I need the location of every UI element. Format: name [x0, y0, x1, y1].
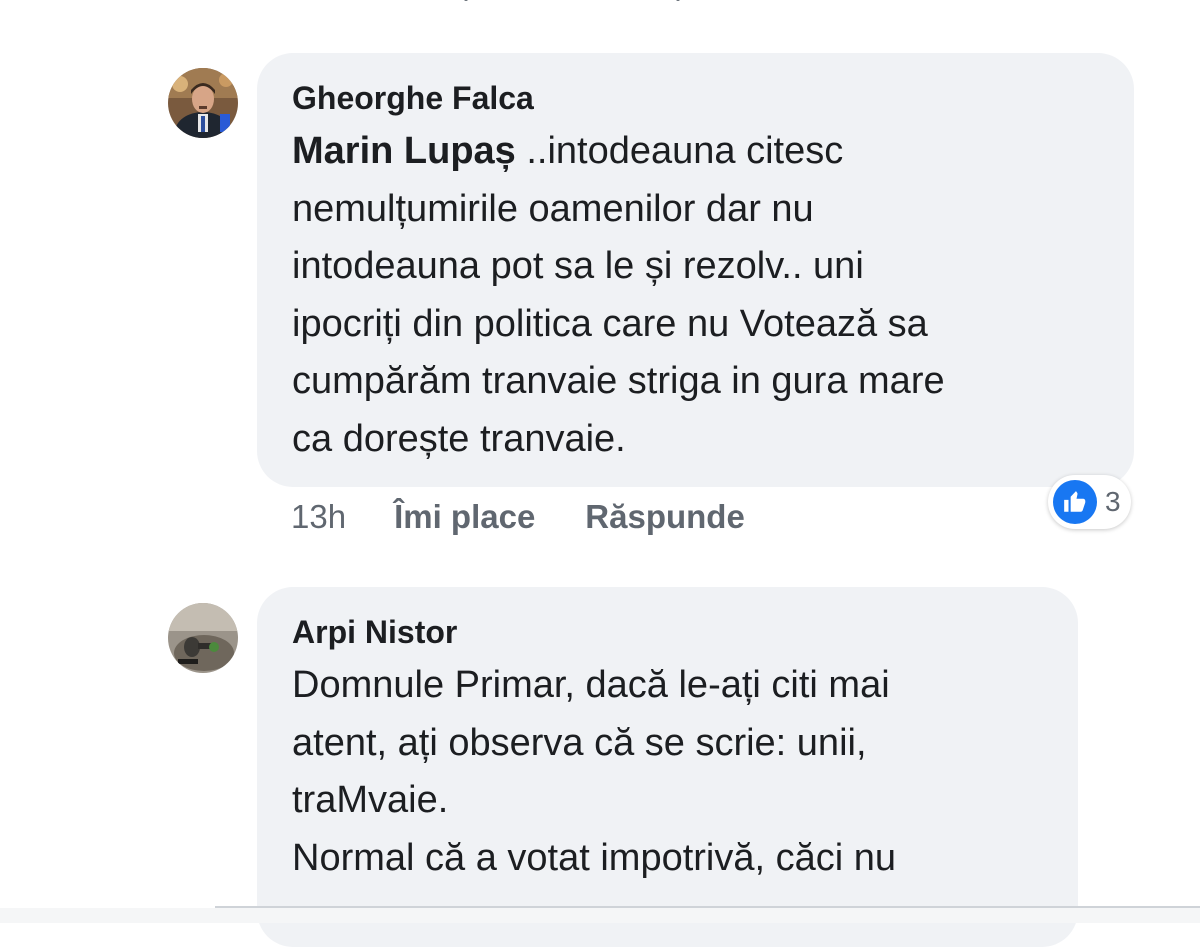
reaction-summary[interactable]: 3 [1048, 475, 1131, 529]
comment-text-line: ipocriți din politica care nu Votează sa [292, 302, 928, 345]
comment-author[interactable]: Arpi Nistor [292, 609, 1042, 655]
comment-text: Domnule Primar, dacă le-ați citi mai ate… [292, 657, 1042, 887]
comment-bubble: Gheorghe Falca Marin Lupaș ..intodeauna … [257, 53, 1134, 487]
like-button[interactable]: Îmi place [394, 498, 535, 536]
avatar[interactable] [168, 68, 238, 138]
previous-comment-fragment [458, 0, 698, 6]
comment-bubble: Arpi Nistor Domnule Primar, dacă le-ați … [257, 587, 1078, 947]
reaction-count: 3 [1105, 486, 1121, 517]
comment-text-line: nemulțumirile oamenilor dar nu [292, 187, 814, 230]
comment-timestamp[interactable]: 13h [291, 498, 346, 536]
mention-link[interactable]: Marin Lupaș [292, 130, 516, 172]
comment-author[interactable]: Gheorghe Falca [292, 75, 1098, 121]
avatar[interactable] [168, 603, 238, 673]
comment-text-line: Normal că a votat impotrivă, căci nu [292, 836, 897, 879]
comment-text-segment: ..intodeauna citesc [515, 130, 844, 172]
reply-button[interactable]: Răspunde [585, 498, 745, 536]
comment-text-line: Domnule Primar, dacă le-ați citi mai [292, 664, 890, 706]
avatar-photo-icon [168, 603, 238, 673]
comment-text: Marin Lupaș ..intodeauna citesc nemulțum… [292, 123, 1098, 468]
comment-text-line: intodeauna pot sa le și rezolv.. uni [292, 245, 864, 287]
avatar-photo-icon [168, 68, 238, 138]
like-icon [1053, 480, 1097, 524]
comment-text-line: traMvaie. [292, 779, 449, 821]
comment-text-line: atent, ați observa că se scrie: unii, [292, 721, 867, 764]
bottom-bar [0, 908, 1200, 923]
comment-actions: 13h Îmi place Răspunde [291, 495, 745, 539]
comment-text-line: cumpărăm tranvaie striga in gura mare [292, 360, 945, 402]
comment-text-line: ca dorește tranvaie. [292, 417, 626, 460]
